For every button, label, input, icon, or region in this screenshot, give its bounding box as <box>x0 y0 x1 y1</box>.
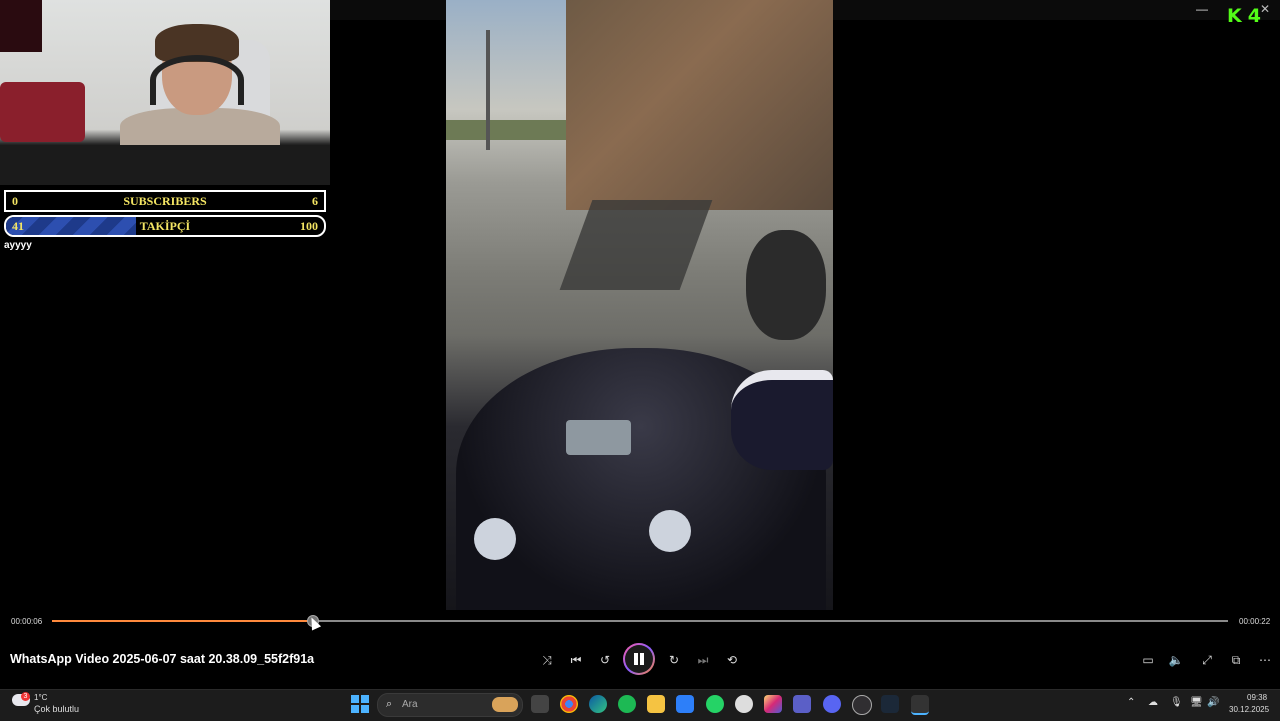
current-time: 00:00:06 <box>11 617 43 626</box>
microphone-icon[interactable]: 🎙 <box>1170 697 1183 708</box>
webcam-desk <box>0 145 330 185</box>
video-right-grip-cap <box>649 510 691 552</box>
close-button[interactable]: ✕ <box>1260 2 1270 16</box>
headphones-icon <box>150 55 244 105</box>
webcam-sofa <box>0 82 85 142</box>
video-motorcycle-dashboard <box>566 420 631 455</box>
miniplayer-icon[interactable]: ⧉ <box>1227 651 1245 669</box>
video-frame[interactable] <box>446 0 833 610</box>
speaker-icon[interactable]: 🔊 <box>1207 697 1219 708</box>
pause-button[interactable] <box>623 643 655 675</box>
weather-temperature[interactable]: 1°C <box>34 693 47 702</box>
volume-icon[interactable]: 🔈 <box>1167 651 1185 669</box>
network-icon[interactable]: 🖥 <box>1190 697 1203 708</box>
media-title: WhatsApp Video 2025-06-07 saat 20.38.09_… <box>10 652 315 666</box>
seek-bar-played <box>52 620 314 622</box>
duration-time: 00:00:22 <box>1239 617 1271 626</box>
more-icon[interactable]: ⋯ <box>1256 651 1274 669</box>
chatgpt-icon[interactable] <box>735 695 753 713</box>
shuffle-icon[interactable]: ⤨ <box>538 651 556 669</box>
store-icon[interactable] <box>676 695 694 713</box>
chat-message: ayyyy <box>4 240 32 251</box>
subscribers-bar: 0 SUBSCRIBERS 6 <box>4 190 326 212</box>
windows-logo-square <box>361 695 369 703</box>
followers-goal-bar: 41 TAKİPÇİ 100 <box>4 215 326 237</box>
rewind-10-icon[interactable]: ↺ <box>596 651 614 669</box>
subscribers-goal: 6 <box>312 194 318 208</box>
folder-icon[interactable] <box>647 695 665 713</box>
obs-icon[interactable] <box>852 695 872 715</box>
search-icon: ⌕ <box>386 698 393 710</box>
previous-icon[interactable]: ⏮ <box>567 651 585 669</box>
clock-date[interactable]: 30.12.2025 <box>1229 705 1269 714</box>
forward-30-icon[interactable]: ↻ <box>665 651 683 669</box>
subtitles-icon[interactable]: ▭ <box>1139 651 1157 669</box>
tray-overflow-icon[interactable]: ⌃ <box>1127 697 1135 708</box>
video-grass <box>446 120 566 140</box>
instagram-icon[interactable] <box>764 695 782 713</box>
teams-icon[interactable] <box>793 695 811 713</box>
search-placeholder: Ara <box>402 699 418 710</box>
video-truck-shadow <box>559 200 713 290</box>
video-tree <box>486 30 490 150</box>
kick-logo-letter: K <box>1227 5 1242 27</box>
webcam-overlay <box>0 0 330 185</box>
clock-time[interactable]: 09:38 <box>1247 693 1267 702</box>
next-icon[interactable]: ⏭ <box>694 651 712 669</box>
followers-label: TAKİPÇİ <box>139 219 191 233</box>
spotify-icon[interactable] <box>618 695 636 713</box>
media-player-icon[interactable] <box>911 695 929 715</box>
video-truck-wheel <box>746 230 826 340</box>
minimize-button[interactable]: — <box>1196 2 1208 16</box>
weather-badge: 3 <box>21 692 30 701</box>
pause-icon <box>634 653 638 665</box>
onedrive-icon[interactable]: ☁ <box>1148 697 1158 708</box>
discord-icon[interactable] <box>823 695 841 713</box>
fullscreen-icon[interactable]: ⤢ <box>1198 651 1216 669</box>
weather-description[interactable]: Çok bulutlu <box>34 704 79 714</box>
seek-bar[interactable] <box>52 620 1228 622</box>
taskbar-search[interactable]: ⌕ Ara <box>377 693 523 717</box>
windows-logo-square <box>351 705 359 713</box>
video-left-grip-cap <box>474 518 516 560</box>
edge-icon[interactable] <box>589 695 607 713</box>
video-mirror <box>731 370 833 470</box>
kick-logo: K4 <box>1227 5 1261 27</box>
steam-icon[interactable] <box>881 695 899 713</box>
windows-taskbar <box>0 689 1280 721</box>
webcam-poster <box>0 0 42 52</box>
search-highlight-icon <box>492 697 518 712</box>
repeat-off-icon[interactable]: ⟲ <box>723 651 741 669</box>
windows-logo-square <box>361 705 369 713</box>
windows-logo-icon <box>351 695 359 703</box>
mouse-cursor-icon <box>307 615 322 631</box>
kick-viewer-count: 4 <box>1247 5 1261 27</box>
video-truck <box>566 0 833 210</box>
followers-goal: 100 <box>300 219 318 233</box>
start-button[interactable] <box>351 695 369 713</box>
subscribers-label: SUBSCRIBERS <box>123 194 207 208</box>
chrome-icon[interactable] <box>560 695 578 713</box>
task-view-icon[interactable] <box>531 695 549 713</box>
whatsapp-icon[interactable] <box>706 695 724 713</box>
